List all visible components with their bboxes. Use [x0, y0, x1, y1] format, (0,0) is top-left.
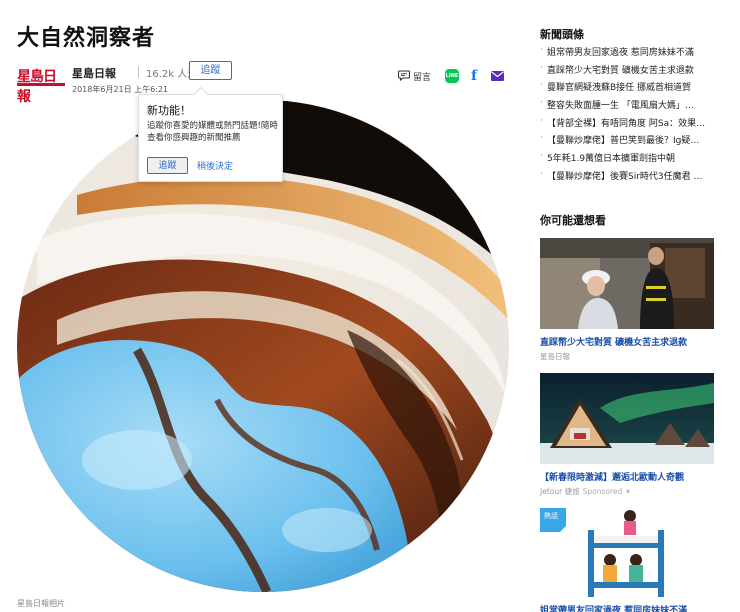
recommend-card[interactable]: 熱話 姐常帶男友回家過夜 惹同房妹妹不滿	[540, 508, 714, 612]
headline-list: · 姐常帶男友回家過夜 惹同房妹妹不滿 · 直踩幣少大宅對質 礦機女苦主求退款 · 曼…	[540, 45, 716, 187]
comment-icon	[398, 70, 410, 81]
headline-item[interactable]: · 直踩幣少大宅對質 礦機女苦主求退款	[540, 63, 716, 81]
comment-button[interactable]: 留言	[398, 69, 440, 85]
recommend-card[interactable]: 直踩幣少大宅對質 礦機女苦主求退款 星島日報	[540, 238, 714, 362]
bullet: ·	[540, 151, 543, 162]
sun-icon: ☀	[624, 487, 632, 496]
bullet: ·	[540, 115, 543, 126]
card-title: 【新春限時激減】邂逅北歐動人奇觀	[540, 473, 685, 483]
bullet: ·	[540, 98, 543, 109]
card-title: 姐常帶男友回家過夜 惹同房妹妹不滿	[540, 606, 688, 612]
card-thumbnail	[540, 373, 714, 464]
sponsored-card[interactable]: 【新春限時激減】邂逅北歐動人奇觀 Jetour 捷旅 Sponsored ☀	[540, 373, 714, 497]
hot-badge: 熱話	[544, 511, 558, 520]
headline-item[interactable]: · 【曼聯炒摩佬】普巴笑到最後？Ig疑…	[540, 133, 716, 151]
news-heading: 新聞頭條	[540, 28, 584, 41]
headline-item[interactable]: · 5年耗1.9萬億日本擴軍劍指中朝	[540, 151, 716, 169]
logo-strip	[17, 83, 65, 86]
divider	[138, 66, 139, 78]
card-thumbnail: 熱話	[540, 508, 714, 597]
bullet: ·	[540, 168, 543, 179]
bullet: ·	[540, 133, 543, 144]
photo-caption: 星島日報相片	[17, 599, 65, 608]
article-title: 大自然洞察者	[17, 26, 156, 51]
card-source: 星島日報	[540, 352, 570, 361]
comment-label: 留言	[413, 73, 432, 83]
new-feature-popover: 新功能！ 追蹤你喜愛的媒體或熱門話題!隨時查看你感興趣的新聞推薦 追蹤 稍後決定	[138, 86, 283, 182]
facebook-share-icon[interactable]: f	[471, 69, 481, 83]
card-source: Jetour 捷旅	[540, 487, 580, 496]
headline-item[interactable]: · 【背部全裸】有唔同角度 阿Sa：效果…	[540, 116, 716, 134]
card-title: 直踩幣少大宅對質 礦機女苦主求退款	[540, 338, 688, 348]
bullet: ·	[540, 62, 543, 73]
bullet: ·	[540, 80, 543, 91]
headline-item[interactable]: · 曼聯官網疑洩蘇B接任 挪威首相道賀	[540, 80, 716, 98]
follow-button[interactable]: 追蹤	[189, 61, 232, 80]
line-share-icon[interactable]: LINE	[445, 69, 459, 83]
mail-share-icon[interactable]	[491, 71, 504, 81]
headline-item[interactable]: · 【曼聯炒摩佬】後賽Sir時代3任魔君 …	[540, 169, 716, 187]
sponsored-label: Sponsored	[582, 487, 623, 496]
headline-item[interactable]: · 整容失敗面腫一生 「電風扇大媽」…	[540, 98, 716, 116]
popover-body: 追蹤你喜愛的媒體或熱門話題!隨時查看你感興趣的新聞推薦	[147, 121, 278, 143]
headline-item[interactable]: · 姐常帶男友回家過夜 惹同房妹妹不滿	[540, 45, 716, 63]
publisher-name[interactable]: 星島日報	[72, 65, 116, 81]
publisher-logo[interactable]: 星島日報	[17, 66, 65, 105]
popover-title: 新功能！	[147, 104, 191, 117]
card-thumbnail	[540, 238, 714, 329]
popover-later-button[interactable]: 稍後決定	[197, 159, 233, 172]
bullet: ·	[540, 45, 543, 55]
popover-follow-button[interactable]: 追蹤	[147, 157, 188, 174]
recommend-heading: 你可能還想看	[540, 214, 606, 227]
